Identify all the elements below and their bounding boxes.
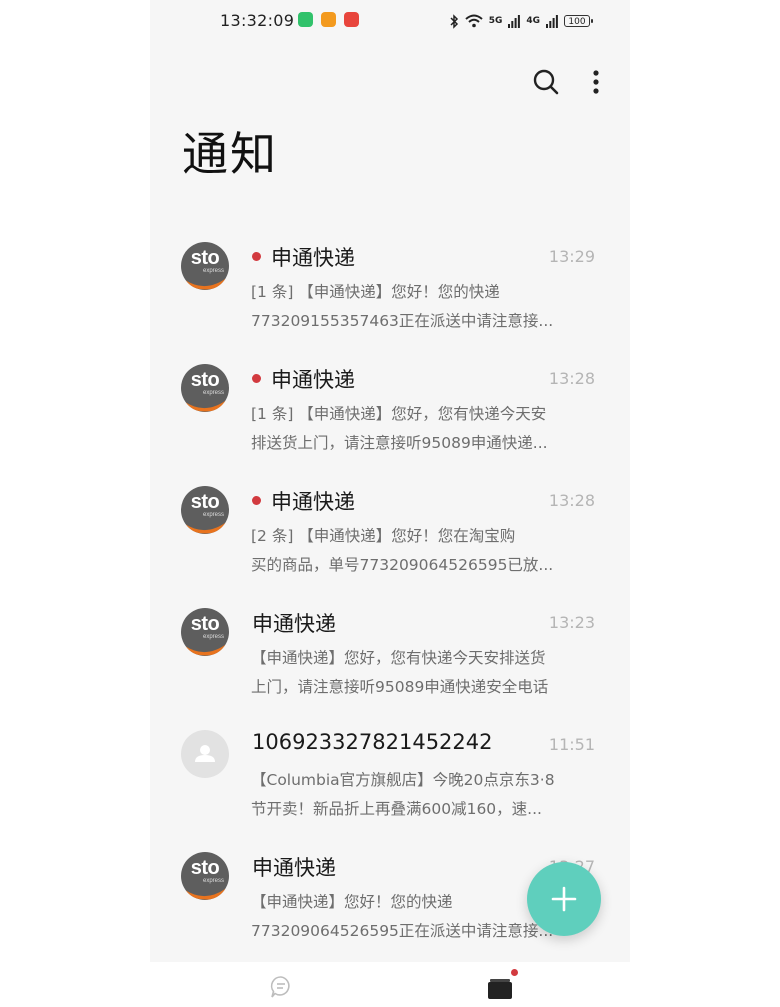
message-sender: 申通快递 — [271, 368, 355, 392]
sto-logo-avatar: sto express — [181, 364, 229, 412]
search-icon[interactable] — [532, 68, 560, 96]
message-sender: 申通快递 — [252, 612, 336, 636]
shop-app-icon — [321, 12, 336, 27]
unread-dot — [252, 252, 261, 261]
message-time: 13:28 — [548, 491, 595, 510]
sto-logo-avatar: sto express — [181, 852, 229, 900]
message-sender: 申通快递 — [252, 856, 336, 880]
more-vertical-icon[interactable] — [592, 68, 600, 96]
tab-messages[interactable] — [269, 974, 293, 1004]
message-preview: [2 条] 【申通快递】您好！您在淘宝购 买的商品，单号773209064526… — [251, 527, 554, 574]
plus-icon — [551, 886, 577, 912]
status-time: 13:32:09 — [220, 11, 295, 30]
unread-dot — [252, 374, 261, 383]
message-item[interactable]: sto express 申通快递 13:23 【申通快递】您好，您有快递今天安排… — [150, 602, 630, 724]
signal-bars-icon — [508, 14, 521, 28]
contact-avatar — [181, 730, 229, 778]
notification-badge — [511, 969, 518, 976]
tab-notifications[interactable] — [487, 969, 518, 1004]
compose-fab-button[interactable] — [527, 862, 601, 936]
message-time: 13:23 — [548, 613, 595, 632]
wechat-app-icon — [298, 12, 313, 27]
phone-screen: 13:32:09 5G 4G 100 通知 sto express 申通快递 1… — [150, 0, 630, 1007]
sto-logo-avatar: sto express — [181, 486, 229, 534]
message-sender: 申通快递 — [271, 490, 355, 514]
message-time: 13:28 — [548, 369, 595, 388]
signal-bars-icon — [546, 14, 558, 28]
video-app-icon — [344, 12, 359, 27]
message-item[interactable]: sto express 申通快递 13:28 [1 条] 【申通快递】您好，您有… — [150, 358, 630, 480]
bluetooth-icon — [450, 13, 458, 29]
wifi-icon — [465, 14, 483, 28]
message-sender: 申通快递 — [271, 246, 355, 270]
page-title: 通知 — [182, 127, 278, 181]
status-icons: 5G 4G 100 — [449, 12, 593, 30]
sto-swoosh-icon — [185, 398, 229, 412]
bottom-nav — [150, 962, 630, 1007]
signal-4g-label: 4G — [526, 15, 540, 26]
message-time: 11:51 — [548, 735, 595, 754]
sto-logo-avatar: sto express — [181, 242, 229, 290]
person-icon — [195, 745, 215, 762]
sto-swoosh-icon — [185, 520, 229, 534]
message-item[interactable]: 106923327821452242 11:51 【Columbia官方旗舰店】… — [150, 724, 630, 846]
signal-5g-label: 5G — [488, 15, 503, 26]
message-list: sto express 申通快递 13:29 [1 条] 【申通快递】您好！您的… — [150, 236, 630, 968]
message-preview: 【申通快递】您好，您有快递今天安排送货 上门，请注意接听95089申通快递安全电… — [251, 649, 549, 696]
message-item[interactable]: sto express 申通快递 13:29 [1 条] 【申通快递】您好！您的… — [150, 236, 630, 358]
sto-swoosh-icon — [185, 276, 229, 290]
sto-swoosh-icon — [185, 886, 229, 900]
sto-swoosh-icon — [185, 642, 229, 656]
battery-indicator: 100 — [564, 15, 593, 27]
message-preview: [1 条] 【申通快递】您好，您有快递今天安 排送货上门，请注意接听95089申… — [251, 405, 548, 452]
sto-logo-avatar: sto express — [181, 608, 229, 656]
status-bar: 13:32:09 5G 4G 100 — [150, 0, 630, 44]
message-preview: [1 条] 【申通快递】您好！您的快递 773209155357463正在派送中… — [251, 283, 554, 330]
message-sender: 106923327821452242 — [252, 730, 493, 754]
header-actions — [532, 68, 600, 96]
message-preview: 【Columbia官方旗舰店】今晚20点京东3·8 节开卖！新品折上再叠满600… — [251, 771, 555, 818]
chat-bubble-icon — [270, 976, 290, 998]
notification-box-icon — [488, 979, 512, 999]
unread-dot — [252, 496, 261, 505]
message-time: 13:29 — [548, 247, 595, 266]
message-item[interactable]: sto express 申通快递 13:28 [2 条] 【申通快递】您好！您在… — [150, 480, 630, 602]
